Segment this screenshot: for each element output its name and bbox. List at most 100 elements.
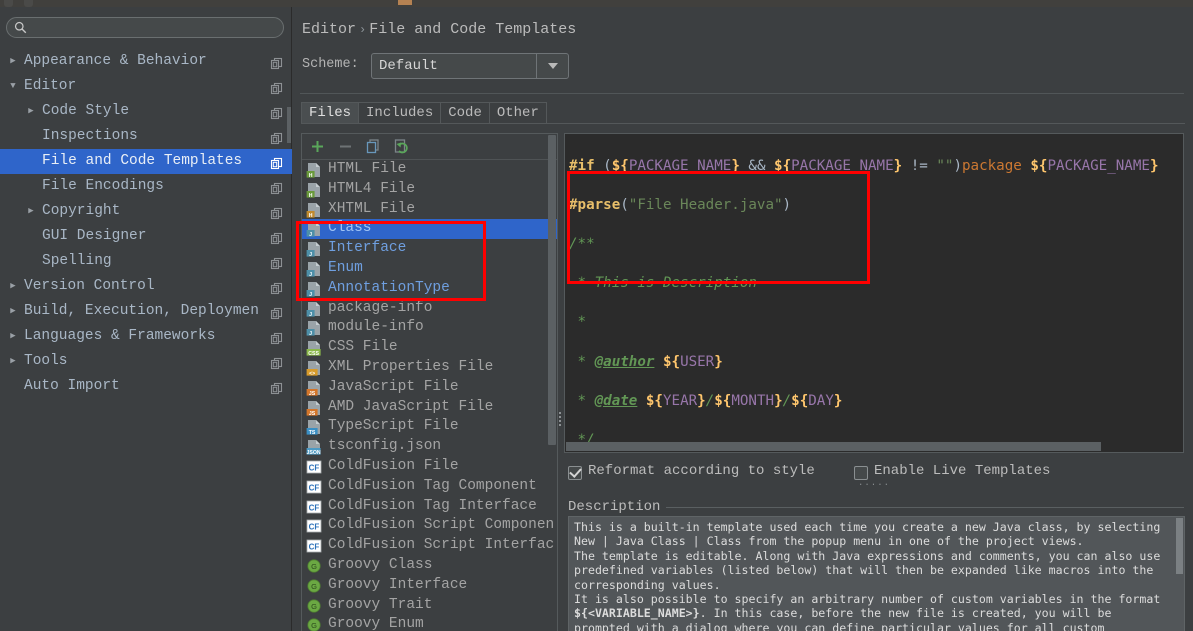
template-list[interactable]: H HTML File H HTML4 File H XHTML File J Class J I… [302,160,557,631]
sidebar-item-label: Version Control [24,278,155,294]
chevron-right-icon[interactable]: ▶ [6,324,20,349]
html-file-icon: H [306,162,322,179]
window-control-dot[interactable] [24,0,33,7]
settings-content-panel: Editor › File and Code Templates Scheme: D… [292,7,1193,631]
template-list-item[interactable]: G Groovy Class [302,556,557,576]
template-list-item[interactable]: G Groovy Interface [302,576,557,596]
copy-settings-icon[interactable] [270,380,283,395]
template-code-editor[interactable]: #if (${PACKAGE_NAME} && ${PACKAGE_NAME} … [564,133,1184,453]
chevron-right-icon[interactable]: ▶ [6,49,20,74]
copy-template-button[interactable] [365,138,382,155]
template-list-item[interactable]: Jpackage-info [302,299,557,319]
template-code-text: #if (${PACKAGE_NAME} && ${PACKAGE_NAME} … [569,137,1158,452]
template-list-item[interactable]: H XHTML File [302,200,557,220]
template-list-item[interactable]: J AnnotationType [302,279,557,299]
chevron-right-icon[interactable]: ▶ [24,99,38,124]
template-list-scrollbar[interactable] [548,135,556,445]
sidebar-scrollbar[interactable] [287,107,291,143]
template-list-item[interactable]: J Enum [302,259,557,279]
template-list-item[interactable]: H HTML File [302,160,557,180]
tab-other[interactable]: Other [488,102,547,124]
template-list-item[interactable]: J Interface [302,239,557,259]
reset-template-button[interactable] [393,138,410,155]
search-input[interactable] [6,17,284,38]
sidebar-item-version-control[interactable]: ▶ Version Control [0,274,292,299]
copy-settings-icon[interactable] [270,105,283,120]
sidebar-item-auto-import[interactable]: Auto Import [0,374,292,399]
template-list-item-label: Groovy Trait [328,596,433,613]
search-field-wrapper[interactable] [6,17,284,38]
live-templates-checkbox[interactable] [854,466,868,480]
template-list-item[interactable]: TS TypeScript File [302,417,557,437]
sidebar-item-languages-frameworks[interactable]: ▶ Languages & Frameworks [0,324,292,349]
copy-settings-icon[interactable] [270,205,283,220]
template-list-item[interactable]: H HTML4 File [302,180,557,200]
template-list-item-label: Groovy Class [328,556,433,573]
chevron-right-icon[interactable]: ▶ [6,274,20,299]
template-list-item[interactable]: JS AMD JavaScript File [302,398,557,418]
copy-settings-icon[interactable] [270,155,283,170]
chevron-right-icon[interactable]: ▶ [6,349,20,374]
template-list-item[interactable]: CF ColdFusion Tag Component [302,477,557,497]
template-list-item-label: package-info [328,299,433,316]
sidebar-item-file-encodings[interactable]: File Encodings [0,174,292,199]
splitter-grip[interactable] [559,410,561,428]
template-list-item[interactable]: CF ColdFusion Script Interfac [302,536,557,556]
tab-includes[interactable]: Includes [358,102,442,124]
copy-settings-icon[interactable] [270,255,283,270]
search-icon [14,21,27,34]
template-list-item-label: AnnotationType [328,279,450,296]
template-list-item-label: tsconfig.json [328,438,442,455]
template-list-item[interactable]: Jmodule-info [302,318,557,338]
chevron-right-icon[interactable]: ▶ [6,299,20,324]
sidebar-item-file-and-code-templates[interactable]: File and Code Templates [0,149,292,174]
copy-settings-icon[interactable] [270,55,283,70]
remove-template-button[interactable] [337,138,354,155]
reformat-checkbox[interactable] [568,466,582,480]
copy-settings-icon[interactable] [270,330,283,345]
template-list-item[interactable]: JS JavaScript File [302,378,557,398]
copy-settings-icon[interactable] [270,130,283,145]
sidebar-item-spelling[interactable]: Spelling [0,249,292,274]
scheme-dropdown-button[interactable] [536,54,568,78]
breadcrumb-parent[interactable]: Editor [302,21,356,38]
template-list-item-label: CSS File [328,339,398,356]
copy-settings-icon[interactable] [270,280,283,295]
tab-code[interactable]: Code [440,102,490,124]
sidebar-item-build-execution-deploymen[interactable]: ▶ Build, Execution, Deploymen [0,299,292,324]
copy-settings-icon[interactable] [270,230,283,245]
editor-hscrollbar[interactable] [566,442,1101,451]
copy-settings-icon[interactable] [270,355,283,370]
sidebar-item-editor[interactable]: ▼ Editor [0,74,292,99]
template-list-item[interactable]: G Groovy Enum [302,615,557,631]
scheme-select[interactable]: Default [371,53,569,79]
header-divider [300,93,1184,94]
template-list-item[interactable]: CSS CSS File [302,338,557,358]
template-list-item[interactable]: J Class [302,219,557,240]
add-template-button[interactable] [309,138,326,155]
template-list-item[interactable]: CF ColdFusion Script Componen [302,516,557,536]
template-list-item-label: AMD JavaScript File [328,398,494,415]
sidebar-item-copyright[interactable]: ▶ Copyright [0,199,292,224]
template-list-item[interactable]: CF ColdFusion File [302,457,557,477]
java-file-icon: J [306,241,322,258]
description-scrollbar[interactable] [1176,518,1183,574]
template-list-item[interactable]: JSON tsconfig.json [302,437,557,457]
svg-text:CF: CF [309,463,320,472]
chevron-right-icon[interactable]: ▶ [24,199,38,224]
sidebar-item-gui-designer[interactable]: GUI Designer [0,224,292,249]
tab-files[interactable]: Files [301,102,360,124]
sidebar-item-tools[interactable]: ▶ Tools [0,349,292,374]
template-list-item[interactable]: <> XML Properties File [302,358,557,378]
chevron-down-icon[interactable]: ▼ [6,74,20,99]
copy-settings-icon[interactable] [270,305,283,320]
sidebar-item-inspections[interactable]: Inspections [0,124,292,149]
sidebar-item-appearance-behavior[interactable]: ▶ Appearance & Behavior [0,49,292,74]
window-control-dot[interactable] [4,0,13,7]
copy-settings-icon[interactable] [270,80,283,95]
copy-settings-icon[interactable] [270,180,283,195]
editor-tab-chip[interactable] [398,0,412,5]
sidebar-item-code-style[interactable]: ▶ Code Style [0,99,292,124]
template-list-item[interactable]: G Groovy Trait [302,596,557,616]
template-list-item[interactable]: CF ColdFusion Tag Interface [302,497,557,517]
